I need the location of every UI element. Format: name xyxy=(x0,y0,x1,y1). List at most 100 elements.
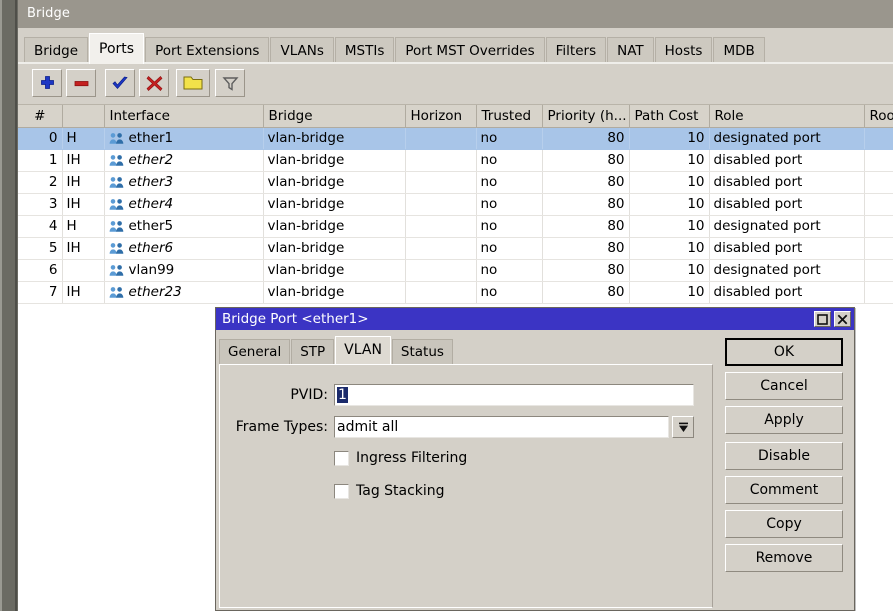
tag-stacking-checkbox[interactable] xyxy=(334,483,349,499)
pvid-input[interactable]: 1 xyxy=(334,384,694,406)
filter-button[interactable] xyxy=(215,69,245,97)
dialog-tab-general[interactable]: General xyxy=(219,339,291,364)
cell-trusted: no xyxy=(476,281,543,304)
table-row[interactable]: 0 Hether1 vlan-bridge no 80 10 designated port xyxy=(18,127,893,150)
tab-bridge[interactable]: Bridge xyxy=(24,37,89,64)
cell-trusted: no xyxy=(476,193,543,216)
col-header-pathcost[interactable]: Path Cost xyxy=(629,105,710,128)
col-header-rootpath[interactable]: Root xyxy=(864,105,893,128)
cell-role: disabled port xyxy=(709,149,865,172)
bridge-port-dialog: Bridge Port <ether1> General STP VLAN Statu… xyxy=(215,307,855,611)
table-row[interactable]: 6 vlan99 vlan-bridge no 80 10 designated port xyxy=(18,259,893,282)
col-header-idx[interactable]: # xyxy=(18,105,63,128)
interface-icon xyxy=(109,176,124,189)
dialog-tab-stp[interactable]: STP xyxy=(291,339,335,364)
maximize-button[interactable] xyxy=(814,311,831,327)
tab-hosts[interactable]: Hosts xyxy=(654,37,713,64)
cell-pathcost: 10 xyxy=(629,281,710,304)
pvid-value: 1 xyxy=(337,387,348,403)
table-row[interactable]: 2 IH ether3 vlan-bridge no 80 10 disabled port xyxy=(18,171,893,194)
col-header-trusted[interactable]: Trusted xyxy=(476,105,543,128)
remove-button[interactable] xyxy=(66,69,96,97)
cell-role: designated port xyxy=(709,259,865,282)
comment-button[interactable] xyxy=(176,69,210,97)
cell-horizon xyxy=(405,193,477,216)
dialog-apply-button[interactable]: Apply xyxy=(725,406,843,434)
cell-idx: 2 xyxy=(18,171,63,194)
frame-types-label: Frame Types: xyxy=(235,419,328,435)
col-header-role[interactable]: Role xyxy=(709,105,865,128)
frame-types-dropdown-button[interactable] xyxy=(672,416,694,438)
cell-priority: 80 xyxy=(542,259,630,282)
note-icon xyxy=(183,76,203,90)
tab-nat[interactable]: NAT xyxy=(607,37,654,64)
dialog-button-column: OK Cancel Apply Disable Comment Copy Remove xyxy=(725,338,851,578)
cell-horizon xyxy=(405,281,477,304)
table-row[interactable]: 4 Hether5 vlan-bridge no 80 10 designated port xyxy=(18,215,893,238)
ingress-filtering-checkbox[interactable] xyxy=(334,450,349,466)
table-row[interactable]: 1 IH ether2 vlan-bridge no 80 10 disabled port xyxy=(18,149,893,172)
dialog-disable-button[interactable]: Disable xyxy=(725,442,843,470)
cell-horizon xyxy=(405,149,477,172)
dialog-title-text: Bridge Port <ether1> xyxy=(222,311,369,327)
cell-role: disabled port xyxy=(709,193,865,216)
tab-port-extensions[interactable]: Port Extensions xyxy=(145,37,270,64)
desktop-edge-strip xyxy=(0,0,19,611)
dialog-tab-vlan[interactable]: VLAN xyxy=(335,336,391,364)
interface-icon xyxy=(109,286,124,299)
tag-stacking-row[interactable]: Tag Stacking xyxy=(334,483,445,499)
cell-rootpath xyxy=(864,237,893,260)
tab-port-mst-overrides[interactable]: Port MST Overrides xyxy=(395,37,545,64)
cell-pathcost: 10 xyxy=(629,149,710,172)
dialog-tab-status[interactable]: Status xyxy=(391,339,453,364)
add-button[interactable] xyxy=(32,69,62,97)
cell-bridge: vlan-bridge xyxy=(263,259,406,282)
tab-ports[interactable]: Ports xyxy=(89,33,145,64)
cell-role: designated port xyxy=(709,127,865,150)
cell-flags: IH xyxy=(62,237,105,260)
cell-pathcost: 10 xyxy=(629,193,710,216)
tab-vlans[interactable]: VLANs xyxy=(270,37,334,64)
dialog-remove-button[interactable]: Remove xyxy=(725,544,843,572)
dialog-content-vlan: PVID: 1 Frame Types: admit all Ingress F… xyxy=(219,364,713,608)
interface-name: ether6 xyxy=(128,240,174,256)
tab-filters[interactable]: Filters xyxy=(545,37,607,64)
enable-button[interactable] xyxy=(105,69,135,97)
dialog-cancel-button[interactable]: Cancel xyxy=(725,372,843,400)
cell-trusted: no xyxy=(476,171,543,194)
pvid-row: PVID: 1 xyxy=(220,384,698,406)
col-header-priority[interactable]: Priority (h... xyxy=(542,105,630,128)
table-row[interactable]: 5 IH ether6 vlan-bridge no 80 10 disabled port xyxy=(18,237,893,260)
cell-interface: ether4 xyxy=(104,193,264,216)
cell-rootpath xyxy=(864,127,893,150)
cell-flags: IH xyxy=(62,171,105,194)
cell-priority: 80 xyxy=(542,215,630,238)
interface-icon xyxy=(109,242,124,255)
dialog-comment-button[interactable]: Comment xyxy=(725,476,843,504)
close-button[interactable] xyxy=(834,311,851,327)
dialog-ok-button[interactable]: OK xyxy=(725,338,843,366)
col-header-bridge[interactable]: Bridge xyxy=(263,105,406,128)
disable-button[interactable] xyxy=(139,69,169,97)
dialog-copy-button[interactable]: Copy xyxy=(725,510,843,538)
frame-types-combo[interactable]: admit all xyxy=(334,416,694,438)
cell-bridge: vlan-bridge xyxy=(263,237,406,260)
cell-interface: ether23 xyxy=(104,281,264,304)
tab-mstis[interactable]: MSTIs xyxy=(334,37,395,64)
cell-idx: 7 xyxy=(18,281,63,304)
col-header-interface[interactable]: Interface xyxy=(104,105,264,128)
app-root: Bridge Bridge Ports Port Extensions VLANs MS… xyxy=(0,0,893,611)
col-header-flags[interactable] xyxy=(62,105,105,128)
tab-mdb[interactable]: MDB xyxy=(713,37,765,64)
interface-name: ether5 xyxy=(128,218,174,234)
interface-icon xyxy=(109,154,124,167)
frame-types-value[interactable]: admit all xyxy=(334,416,669,438)
cell-role: disabled port xyxy=(709,237,865,260)
table-row[interactable]: 7 IH ether23 vlan-bridge no 80 10 disabled port xyxy=(18,281,893,304)
col-header-horizon[interactable]: Horizon xyxy=(405,105,477,128)
ingress-filtering-row[interactable]: Ingress Filtering xyxy=(334,450,467,466)
plus-icon xyxy=(40,75,54,89)
interface-icon xyxy=(109,220,124,233)
cell-interface: ether1 xyxy=(104,127,264,150)
table-row[interactable]: 3 IH ether4 vlan-bridge no 80 10 disabled port xyxy=(18,193,893,216)
